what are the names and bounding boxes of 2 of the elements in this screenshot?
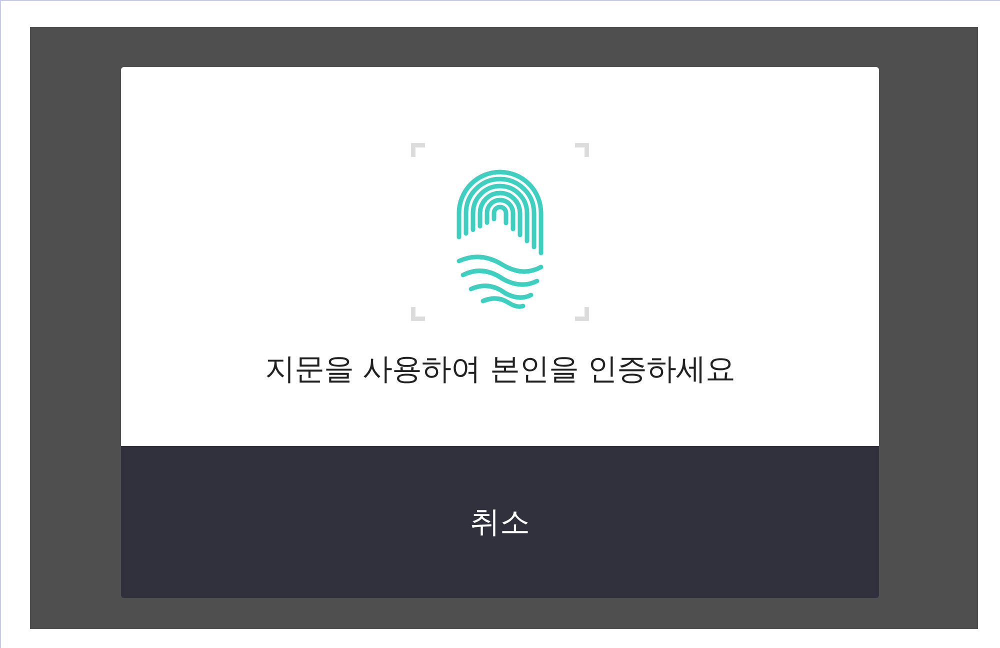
cancel-button[interactable]: 취소: [121, 446, 879, 598]
auth-message: 지문을 사용하여 본인을 인증하세요: [265, 351, 735, 389]
